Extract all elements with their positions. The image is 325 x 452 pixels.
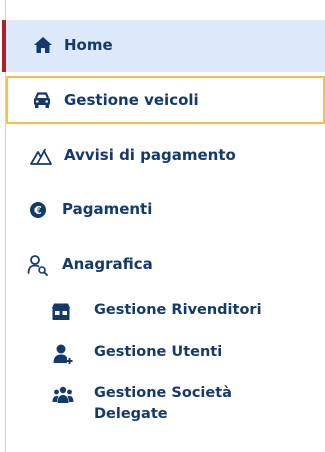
sidebar-item-gestione-veicoli[interactable]: Gestione veicoli	[6, 76, 325, 124]
sidebar-subitem-label: Gestione Società Delegate	[94, 385, 232, 422]
sidebar-item-anagrafica[interactable]: Anagrafica	[6, 243, 325, 287]
sidebar-item-avvisi-di-pagamento[interactable]: Avvisi di pagamento	[6, 134, 325, 178]
sidebar-item-label: Anagrafica	[62, 255, 153, 273]
sidebar-item-label: Home	[64, 36, 113, 54]
sidebar-item-label: Pagamenti	[62, 200, 153, 218]
sidebar-subitem-gestione-societa-delegate[interactable]: Gestione Società Delegate	[6, 380, 325, 432]
sidebar-subitem-label: Gestione Rivenditori	[94, 302, 262, 318]
sidebar-item-home[interactable]: Home	[2, 20, 325, 72]
store-icon	[50, 301, 72, 323]
sidebar-subitem-label: Gestione Utenti	[94, 344, 223, 360]
sidebar-subitem-gestione-rivenditori[interactable]: Gestione Rivenditori	[6, 297, 325, 327]
euro-coin-icon: €	[27, 199, 49, 221]
user-add-icon	[52, 343, 74, 365]
svg-text:€: €	[33, 204, 42, 217]
user-search-icon	[27, 254, 49, 276]
home-icon	[32, 34, 54, 56]
active-indicator	[2, 20, 6, 72]
sidebar-item-pagamenti[interactable]: € Pagamenti	[6, 188, 325, 232]
mountain-icon	[30, 145, 52, 167]
sidebar-item-label: Avvisi di pagamento	[64, 146, 236, 164]
sidebar-subitem-gestione-utenti[interactable]: Gestione Utenti	[6, 339, 325, 369]
users-group-icon	[52, 384, 74, 406]
car-icon	[31, 89, 53, 111]
sidebar-item-label: Gestione veicoli	[64, 91, 199, 109]
sidebar-nav: Home Gestione veicoli Avvisi di pagament…	[0, 0, 325, 452]
